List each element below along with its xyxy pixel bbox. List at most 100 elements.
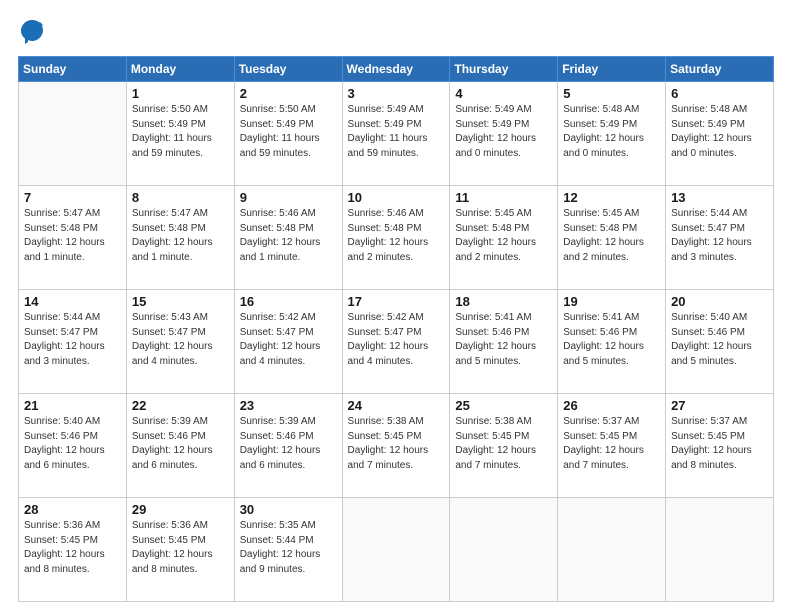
day-number: 1 xyxy=(132,86,229,101)
day-number: 29 xyxy=(132,502,229,517)
day-number: 24 xyxy=(348,398,445,413)
day-info: Sunrise: 5:44 AM Sunset: 5:47 PM Dayligh… xyxy=(671,207,768,265)
day-info: Sunrise: 5:41 AM Sunset: 5:46 PM Dayligh… xyxy=(455,311,552,369)
weekday-header-monday: Monday xyxy=(126,57,234,82)
day-info: Sunrise: 5:47 AM Sunset: 5:48 PM Dayligh… xyxy=(24,207,121,265)
day-number: 14 xyxy=(24,294,121,309)
week-row-4: 21 Sunrise: 5:40 AM Sunset: 5:46 PM Dayli… xyxy=(19,394,774,498)
day-number: 27 xyxy=(671,398,768,413)
week-row-2: 7 Sunrise: 5:47 AM Sunset: 5:48 PM Daylig… xyxy=(19,186,774,290)
calendar-cell: 16 Sunrise: 5:42 AM Sunset: 5:47 PM Dayli… xyxy=(234,290,342,394)
calendar-cell: 12 Sunrise: 5:45 AM Sunset: 5:48 PM Dayli… xyxy=(558,186,666,290)
day-number: 16 xyxy=(240,294,337,309)
calendar-cell xyxy=(342,498,450,602)
day-info: Sunrise: 5:50 AM Sunset: 5:49 PM Dayligh… xyxy=(132,103,229,161)
calendar-cell: 25 Sunrise: 5:38 AM Sunset: 5:45 PM Dayli… xyxy=(450,394,558,498)
day-info: Sunrise: 5:36 AM Sunset: 5:45 PM Dayligh… xyxy=(132,519,229,577)
day-info: Sunrise: 5:40 AM Sunset: 5:46 PM Dayligh… xyxy=(671,311,768,369)
day-number: 21 xyxy=(24,398,121,413)
calendar-cell xyxy=(558,498,666,602)
day-number: 28 xyxy=(24,502,121,517)
weekday-header-friday: Friday xyxy=(558,57,666,82)
day-number: 12 xyxy=(563,190,660,205)
calendar-cell: 23Sunrise: 5:39 AM Sunset: 5:46 PM Dayli… xyxy=(234,394,342,498)
calendar-cell: 14 Sunrise: 5:44 AM Sunset: 5:47 PM Dayli… xyxy=(19,290,127,394)
day-info: Sunrise: 5:37 AM Sunset: 5:45 PM Dayligh… xyxy=(671,415,768,473)
weekday-header-saturday: Saturday xyxy=(666,57,774,82)
calendar-cell: 13 Sunrise: 5:44 AM Sunset: 5:47 PM Dayli… xyxy=(666,186,774,290)
calendar-cell: 9 Sunrise: 5:46 AM Sunset: 5:48 PM Daylig… xyxy=(234,186,342,290)
page: SundayMondayTuesdayWednesdayThursdayFrid… xyxy=(0,0,792,612)
day-info: Sunrise: 5:49 AM Sunset: 5:49 PM Dayligh… xyxy=(455,103,552,161)
day-number: 17 xyxy=(348,294,445,309)
day-number: 13 xyxy=(671,190,768,205)
logo xyxy=(18,18,50,46)
calendar-cell: 11 Sunrise: 5:45 AM Sunset: 5:48 PM Dayli… xyxy=(450,186,558,290)
day-number: 18 xyxy=(455,294,552,309)
day-info: Sunrise: 5:40 AM Sunset: 5:46 PM Dayligh… xyxy=(24,415,121,473)
calendar-table: SundayMondayTuesdayWednesdayThursdayFrid… xyxy=(18,56,774,602)
calendar-cell: 1 Sunrise: 5:50 AM Sunset: 5:49 PM Daylig… xyxy=(126,82,234,186)
day-info: Sunrise: 5:41 AM Sunset: 5:46 PM Dayligh… xyxy=(563,311,660,369)
calendar-cell: 15 Sunrise: 5:43 AM Sunset: 5:47 PM Dayli… xyxy=(126,290,234,394)
day-info: Sunrise: 5:44 AM Sunset: 5:47 PM Dayligh… xyxy=(24,311,121,369)
calendar-cell: 5Sunrise: 5:48 AM Sunset: 5:49 PM Daylig… xyxy=(558,82,666,186)
calendar-cell: 6 Sunrise: 5:48 AM Sunset: 5:49 PM Daylig… xyxy=(666,82,774,186)
calendar-cell: 29 Sunrise: 5:36 AM Sunset: 5:45 PM Dayli… xyxy=(126,498,234,602)
calendar-cell xyxy=(19,82,127,186)
header xyxy=(18,18,774,46)
day-number: 4 xyxy=(455,86,552,101)
day-number: 10 xyxy=(348,190,445,205)
day-info: Sunrise: 5:38 AM Sunset: 5:45 PM Dayligh… xyxy=(455,415,552,473)
week-row-5: 28 Sunrise: 5:36 AM Sunset: 5:45 PM Dayli… xyxy=(19,498,774,602)
day-info: Sunrise: 5:42 AM Sunset: 5:47 PM Dayligh… xyxy=(348,311,445,369)
day-number: 8 xyxy=(132,190,229,205)
weekday-header-wednesday: Wednesday xyxy=(342,57,450,82)
calendar-cell: 28 Sunrise: 5:36 AM Sunset: 5:45 PM Dayli… xyxy=(19,498,127,602)
calendar-cell: 4 Sunrise: 5:49 AM Sunset: 5:49 PM Daylig… xyxy=(450,82,558,186)
day-info: Sunrise: 5:43 AM Sunset: 5:47 PM Dayligh… xyxy=(132,311,229,369)
day-number: 26 xyxy=(563,398,660,413)
day-number: 22 xyxy=(132,398,229,413)
calendar-cell: 2Sunrise: 5:50 AM Sunset: 5:49 PM Daylig… xyxy=(234,82,342,186)
day-number: 9 xyxy=(240,190,337,205)
day-number: 19 xyxy=(563,294,660,309)
day-number: 11 xyxy=(455,190,552,205)
day-info: Sunrise: 5:39 AM Sunset: 5:46 PM Dayligh… xyxy=(240,415,337,473)
weekday-header-sunday: Sunday xyxy=(19,57,127,82)
day-number: 15 xyxy=(132,294,229,309)
day-number: 20 xyxy=(671,294,768,309)
calendar-cell: 24 Sunrise: 5:38 AM Sunset: 5:45 PM Dayli… xyxy=(342,394,450,498)
day-info: Sunrise: 5:48 AM Sunset: 5:49 PM Dayligh… xyxy=(671,103,768,161)
calendar-cell: 22 Sunrise: 5:39 AM Sunset: 5:46 PM Dayli… xyxy=(126,394,234,498)
calendar-cell: 18 Sunrise: 5:41 AM Sunset: 5:46 PM Dayli… xyxy=(450,290,558,394)
week-row-3: 14 Sunrise: 5:44 AM Sunset: 5:47 PM Dayli… xyxy=(19,290,774,394)
calendar-cell: 3Sunrise: 5:49 AM Sunset: 5:49 PM Daylig… xyxy=(342,82,450,186)
calendar-cell: 10Sunrise: 5:46 AM Sunset: 5:48 PM Dayli… xyxy=(342,186,450,290)
day-info: Sunrise: 5:45 AM Sunset: 5:48 PM Dayligh… xyxy=(455,207,552,265)
calendar-cell: 26 Sunrise: 5:37 AM Sunset: 5:45 PM Dayli… xyxy=(558,394,666,498)
day-number: 30 xyxy=(240,502,337,517)
calendar-cell: 21 Sunrise: 5:40 AM Sunset: 5:46 PM Dayli… xyxy=(19,394,127,498)
weekday-header-row: SundayMondayTuesdayWednesdayThursdayFrid… xyxy=(19,57,774,82)
day-info: Sunrise: 5:46 AM Sunset: 5:48 PM Dayligh… xyxy=(240,207,337,265)
day-info: Sunrise: 5:37 AM Sunset: 5:45 PM Dayligh… xyxy=(563,415,660,473)
day-number: 7 xyxy=(24,190,121,205)
day-info: Sunrise: 5:42 AM Sunset: 5:47 PM Dayligh… xyxy=(240,311,337,369)
day-info: Sunrise: 5:38 AM Sunset: 5:45 PM Dayligh… xyxy=(348,415,445,473)
day-info: Sunrise: 5:36 AM Sunset: 5:45 PM Dayligh… xyxy=(24,519,121,577)
day-info: Sunrise: 5:35 AM Sunset: 5:44 PM Dayligh… xyxy=(240,519,337,577)
calendar-cell: 27 Sunrise: 5:37 AM Sunset: 5:45 PM Dayli… xyxy=(666,394,774,498)
calendar-cell: 17 Sunrise: 5:42 AM Sunset: 5:47 PM Dayli… xyxy=(342,290,450,394)
weekday-header-tuesday: Tuesday xyxy=(234,57,342,82)
day-number: 6 xyxy=(671,86,768,101)
day-info: Sunrise: 5:39 AM Sunset: 5:46 PM Dayligh… xyxy=(132,415,229,473)
calendar-cell: 20 Sunrise: 5:40 AM Sunset: 5:46 PM Dayli… xyxy=(666,290,774,394)
day-info: Sunrise: 5:45 AM Sunset: 5:48 PM Dayligh… xyxy=(563,207,660,265)
calendar-cell: 7 Sunrise: 5:47 AM Sunset: 5:48 PM Daylig… xyxy=(19,186,127,290)
day-info: Sunrise: 5:47 AM Sunset: 5:48 PM Dayligh… xyxy=(132,207,229,265)
weekday-header-thursday: Thursday xyxy=(450,57,558,82)
calendar-cell: 19 Sunrise: 5:41 AM Sunset: 5:46 PM Dayli… xyxy=(558,290,666,394)
day-number: 25 xyxy=(455,398,552,413)
day-number: 5 xyxy=(563,86,660,101)
